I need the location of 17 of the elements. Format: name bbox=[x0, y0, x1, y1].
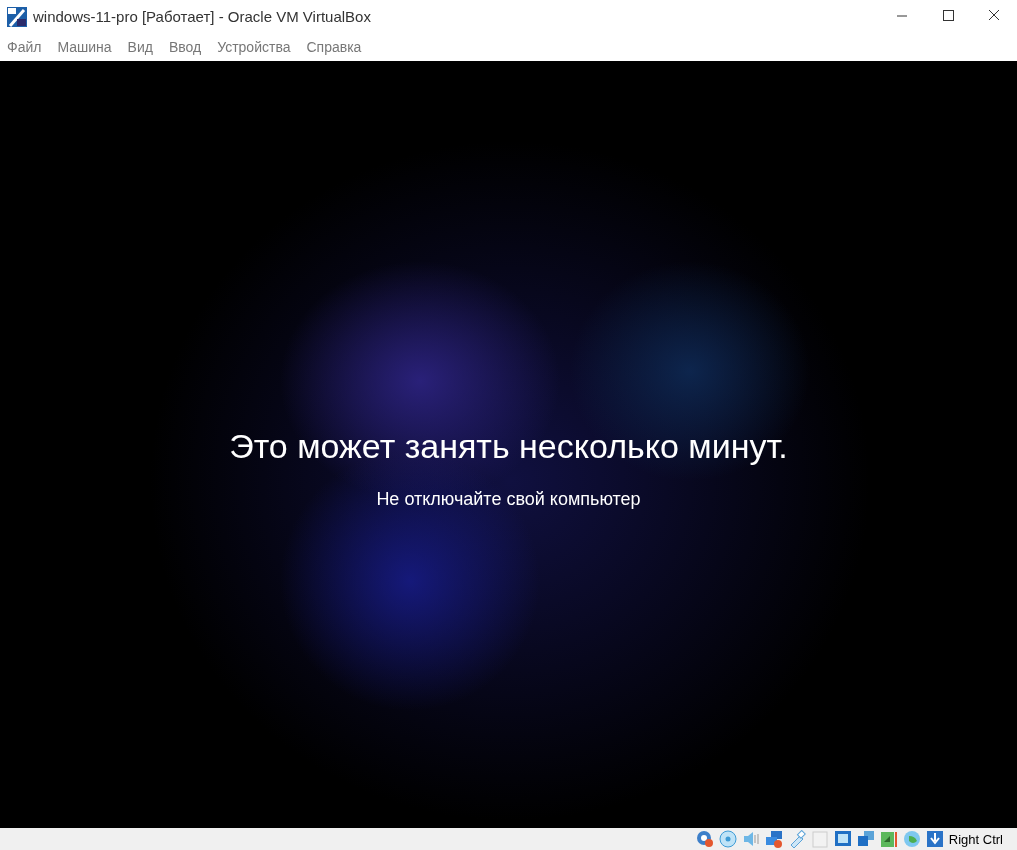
window-title: windows-11-pro [Работает] - Oracle VM VirtualBox bbox=[33, 8, 371, 25]
menu-item[interactable]: Ввод bbox=[168, 39, 202, 55]
display-icon[interactable] bbox=[833, 830, 852, 848]
menu-item[interactable]: Справка bbox=[306, 39, 362, 55]
host-key-label: Right Ctrl bbox=[948, 831, 1003, 847]
menu-item[interactable]: Файл bbox=[7, 39, 42, 55]
screen-capture-icon[interactable] bbox=[856, 830, 875, 848]
menu-item[interactable]: Вид bbox=[127, 39, 153, 55]
hard-disk-icon[interactable] bbox=[695, 830, 714, 848]
optical-disc-icon[interactable] bbox=[718, 830, 737, 848]
globe-icon[interactable] bbox=[902, 830, 921, 848]
subheading: Не отключайте свой компьютер bbox=[376, 489, 641, 510]
network-icon[interactable] bbox=[764, 830, 783, 848]
heading: Это может занять несколько минут. bbox=[229, 427, 788, 466]
menu-item[interactable]: Машина bbox=[57, 39, 112, 55]
app-icon bbox=[7, 6, 27, 27]
menu-item[interactable]: Устройства bbox=[217, 39, 291, 55]
